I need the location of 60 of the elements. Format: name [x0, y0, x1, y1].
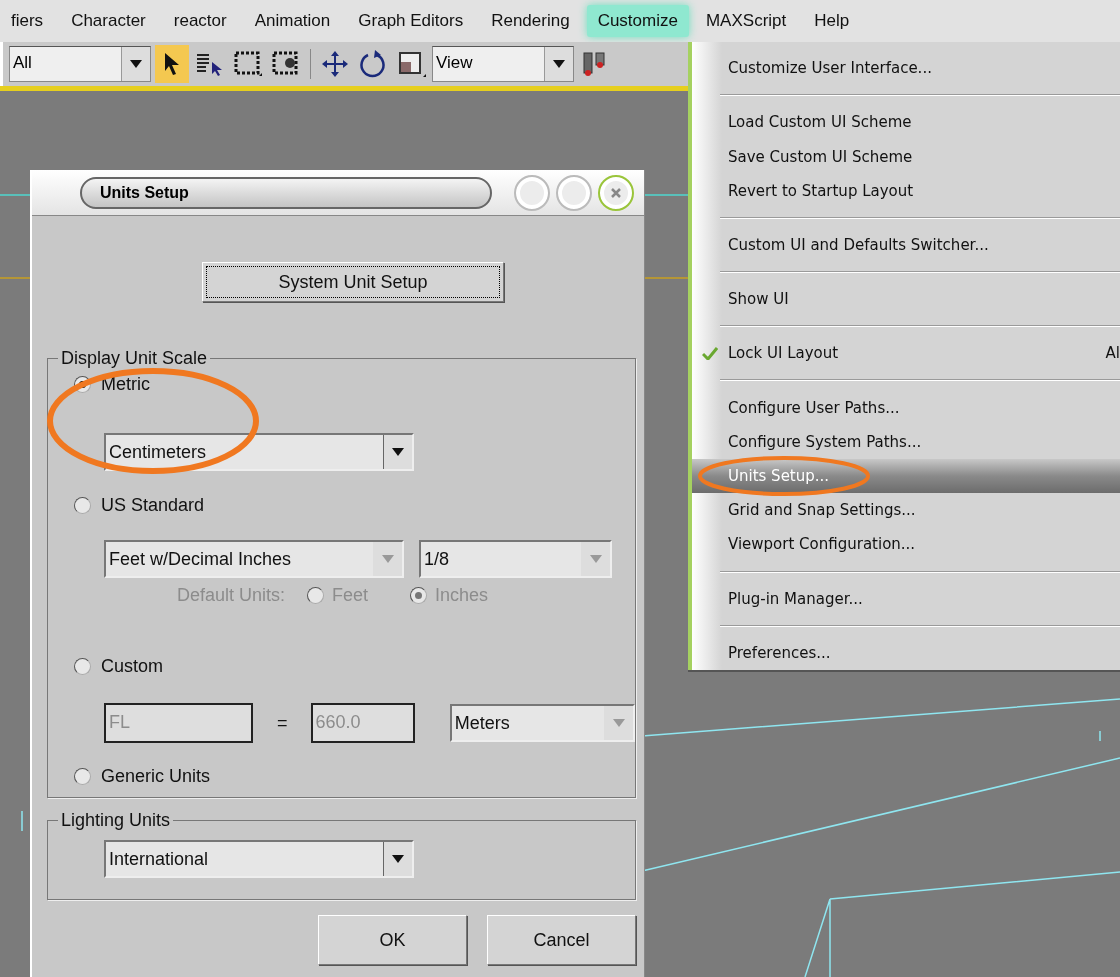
radio-label: Custom [101, 655, 163, 677]
default-units-label: Default Units: [177, 584, 286, 606]
menu-item[interactable]: Plug-in Manager... [692, 581, 1120, 616]
menu-title[interactable]: Help [803, 5, 861, 37]
scale-squares-icon [396, 49, 426, 79]
group-title: Display Unit Scale [60, 349, 209, 369]
radio-label: Feet [332, 584, 369, 606]
menu-shortcut: Al [1105, 344, 1120, 363]
radio-label: Inches [435, 584, 489, 606]
dropdown-arrow-icon [392, 448, 404, 456]
close-icon [611, 187, 621, 198]
toolbar-dropdown[interactable]: All [9, 46, 151, 82]
radio-label: US Standard [101, 494, 205, 516]
group-title: Lighting Units [60, 811, 172, 831]
close-button[interactable] [598, 174, 634, 211]
dialog-button[interactable]: Cancel [487, 915, 636, 965]
radio-button[interactable] [74, 767, 91, 785]
rotate-icon [358, 49, 388, 79]
menu-item[interactable]: Customize User Interface... [692, 51, 1120, 86]
menu-item[interactable]: Units Setup... [692, 458, 1120, 494]
dropdown-arrow-icon [130, 60, 142, 68]
move-arrows-icon [320, 49, 350, 79]
menu-item[interactable]: Configure System Paths... [692, 424, 1120, 459]
dashed-rectangle-icon [233, 50, 263, 78]
menu-item[interactable]: Load Custom UI Scheme [692, 105, 1120, 140]
menu-item[interactable]: Preferences... [692, 635, 1120, 670]
radio-label: Metric [101, 373, 150, 395]
menu-item[interactable]: Show UI [692, 282, 1120, 317]
menu-item[interactable]: Custom UI and Defaults Switcher... [692, 227, 1120, 263]
menu-title[interactable]: Animation [243, 5, 342, 37]
lighting-units-dropdown[interactable]: International [104, 840, 414, 878]
menu-item[interactable]: Lock UI Layout Al [692, 336, 1120, 371]
menu-item[interactable]: Save Custom UI Scheme [692, 139, 1120, 174]
menu-title[interactable]: MAXScript [694, 5, 798, 37]
dialog-button[interactable]: OK [318, 915, 467, 965]
menu-item[interactable]: Viewport Configuration... [692, 527, 1120, 562]
radio-label: Generic Units [101, 765, 211, 787]
menu-item[interactable]: Grid and Snap Settings... [692, 493, 1120, 528]
menu-title[interactable]: Graph Editors [347, 5, 475, 37]
dropdown-arrow-icon [590, 555, 602, 563]
radio-button[interactable] [74, 496, 91, 514]
checkmark-icon [702, 347, 718, 361]
equals-sign: = [277, 712, 288, 734]
menu-title[interactable]: fiers [0, 5, 55, 37]
menu-title[interactable]: Character [60, 5, 157, 37]
system-unit-setup-button[interactable]: System Unit Setup [202, 262, 504, 302]
dropdown-arrow-icon [613, 719, 625, 727]
toolbar-button[interactable] [155, 45, 189, 83]
menu-title[interactable]: Customize [586, 5, 689, 37]
radio-button[interactable] [74, 657, 91, 675]
menu-title[interactable]: Rendering [480, 5, 581, 37]
menu-title[interactable]: reactor [162, 5, 238, 37]
dropdown-arrow-icon [392, 855, 404, 863]
window-title: Units Setup [80, 176, 492, 209]
dropdown-arrow-icon [553, 60, 565, 68]
menu-item[interactable]: Configure User Paths... [692, 390, 1120, 425]
unit-dropdown[interactable]: Centimeters [104, 433, 414, 471]
toolbar-dropdown[interactable]: View [432, 46, 574, 82]
dropdown-arrow-icon [382, 555, 394, 563]
menu-item[interactable]: Revert to Startup Layout [692, 173, 1120, 208]
